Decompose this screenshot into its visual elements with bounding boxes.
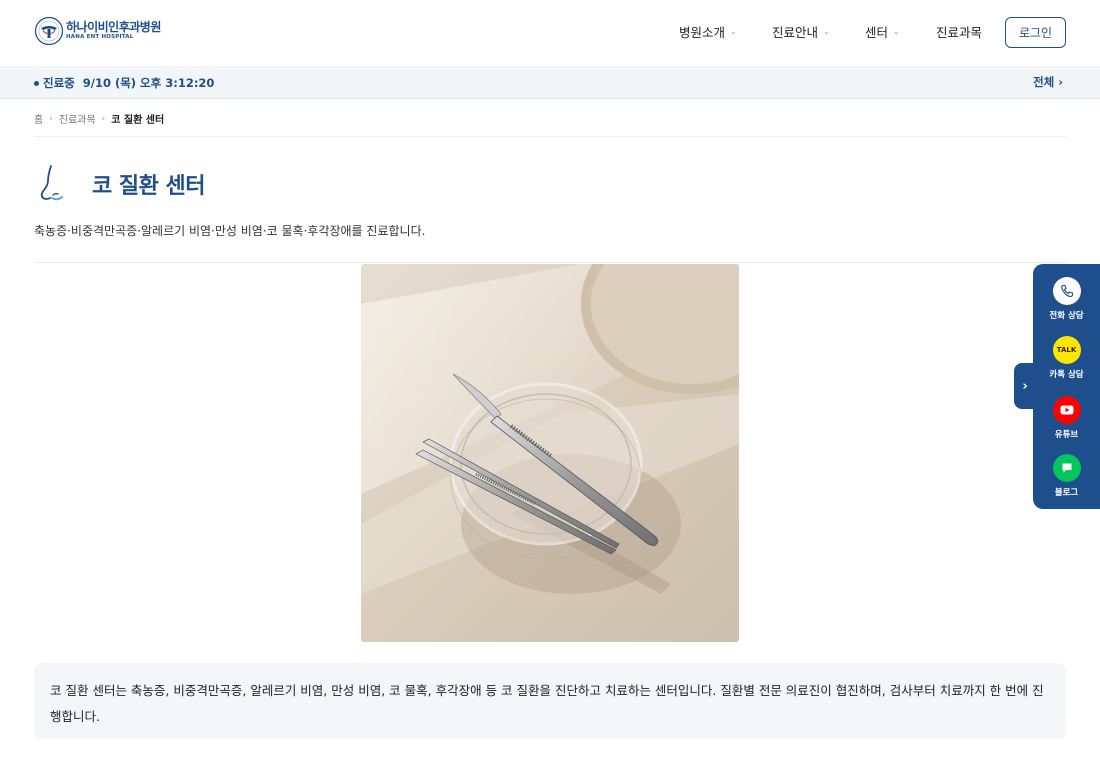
breadcrumb: 홈 › 진료과목 › 코 질환 센터 (34, 111, 165, 127)
page-heading: 코 질환 센터 (34, 163, 206, 205)
phone-consult-button[interactable]: 전화 상담 (1033, 277, 1100, 321)
nav-label: 병원소개 (679, 25, 726, 40)
nav-item-center[interactable]: 센터 ⌄ (865, 22, 900, 41)
page-subtitle: 축농증·비중격만곡증·알레르기 비염·만성 비염·코 물혹·후각장애를 진료합니… (34, 224, 426, 238)
logo-text: 하나이비인후과병원 (66, 20, 161, 35)
nav-label: 진료과목 (936, 25, 983, 40)
status-dot-icon (34, 80, 39, 86)
nav-label: 센터 (865, 25, 889, 40)
chevron-down-icon: ⌄ (893, 27, 900, 36)
nav-item-about[interactable]: 병원소개 ⌄ (679, 22, 737, 41)
breadcrumb-current: 코 질환 센터 (111, 115, 165, 126)
quick-contact-panel: 전화 상담 TALK 카톡 상담 유튜브 블로그 (1033, 264, 1100, 509)
chevron-down-icon: ⌄ (730, 27, 737, 36)
site-header: 하나이비인후과병원 HANA ENT HOSPITAL 병원소개 ⌄ 진료안내 … (0, 0, 1100, 66)
description-text: 코 질환 센터는 축농증, 비중격만곡증, 알레르기 비염, 만성 비염, 코 … (50, 683, 1044, 724)
hero-image (361, 264, 739, 642)
youtube-icon (1052, 396, 1081, 424)
divider (34, 262, 1066, 263)
side-item-label: 전화 상담 (1049, 311, 1084, 321)
side-item-label: 블로그 (1054, 488, 1079, 498)
medical-tools-image (361, 264, 739, 642)
description-box: 코 질환 센터는 축농증, 비중격만곡증, 알레르기 비염, 만성 비염, 코 … (34, 663, 1066, 739)
logo-emblem-icon (34, 16, 64, 46)
kakaotalk-icon: TALK (1052, 336, 1081, 364)
blog-icon (1052, 454, 1081, 482)
status-bar: 진료중 9/10 (목) 오후 3:12:20 전체 › (0, 66, 1100, 99)
open-status: 진료중 9/10 (목) 오후 3:12:20 (34, 75, 214, 91)
login-button[interactable]: 로그인 (1005, 17, 1066, 48)
youtube-button[interactable]: 유튜브 (1033, 396, 1100, 440)
chevron-right-icon: › (101, 113, 106, 124)
hospital-logo[interactable]: 하나이비인후과병원 HANA ENT HOSPITAL (34, 16, 161, 46)
view-all-link[interactable]: 전체 › (1033, 74, 1063, 90)
side-item-label: 유튜브 (1054, 430, 1079, 440)
blog-button[interactable]: 블로그 (1033, 454, 1100, 498)
status-label: 진료중 (43, 76, 75, 90)
chevron-down-icon: ⌄ (823, 27, 830, 36)
nav-label: 진료안내 (772, 25, 819, 40)
nav-item-departments[interactable]: 진료과목 (936, 22, 982, 41)
side-item-label: 카톡 상담 (1049, 370, 1084, 380)
breadcrumb-departments[interactable]: 진료과목 (59, 111, 96, 126)
logo-subtext: HANA ENT HOSPITAL (66, 34, 134, 41)
phone-icon (1052, 277, 1081, 305)
chevron-right-icon: › (1022, 378, 1028, 394)
nose-icon (40, 165, 63, 201)
nav-item-guide[interactable]: 진료안내 ⌄ (772, 22, 830, 41)
page-title: 코 질환 센터 (92, 174, 206, 199)
kakao-consult-button[interactable]: TALK 카톡 상담 (1033, 336, 1100, 380)
breadcrumb-home[interactable]: 홈 (34, 111, 43, 126)
status-datetime: 9/10 (목) 오후 3:12:20 (82, 76, 215, 90)
chevron-right-icon: › (49, 113, 53, 124)
divider (34, 136, 1066, 137)
